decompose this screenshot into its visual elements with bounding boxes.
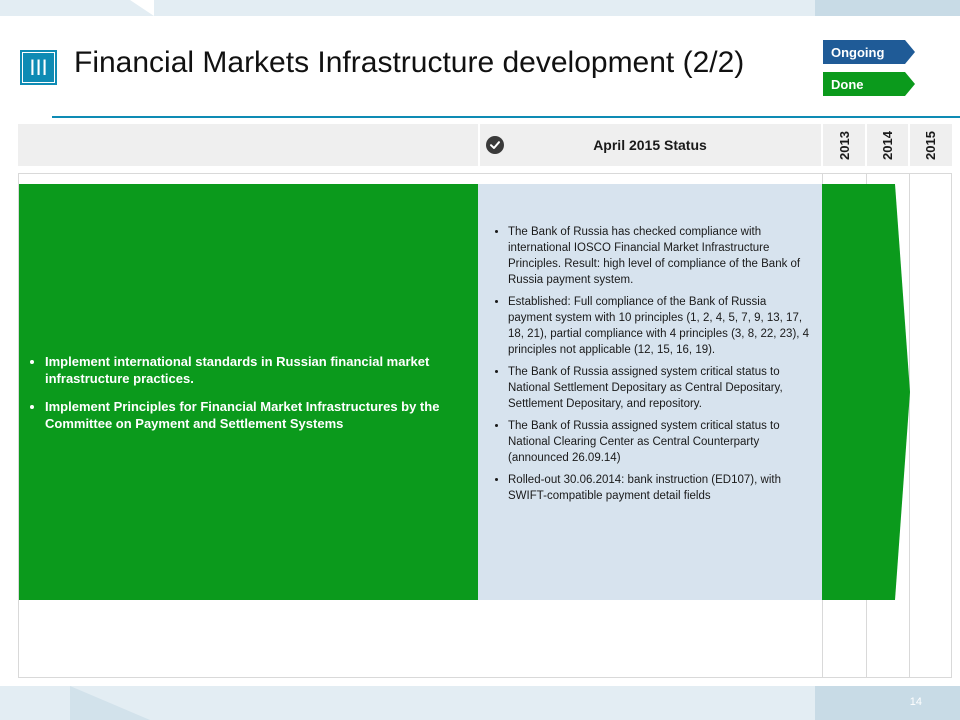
goals-list: Implement international standards in Rus… [27, 353, 470, 432]
legend-done: Done [823, 72, 915, 96]
year-header-2013: 2013 [823, 124, 865, 166]
year-label: 2013 [836, 130, 852, 160]
bottom-decor-wedge [70, 686, 150, 720]
year-label: 2015 [922, 130, 938, 160]
legend-ongoing-label: Ongoing [831, 44, 885, 60]
status-cell: The Bank of Russia has checked complianc… [478, 184, 822, 600]
bottom-decor-band: 14 [0, 686, 960, 720]
goal-item: Implement international standards in Rus… [45, 353, 470, 387]
bottom-decor-block: 14 [815, 686, 960, 720]
status-item: Rolled-out 30.06.2014: bank instruction … [508, 472, 810, 504]
legend-ongoing: Ongoing [823, 40, 915, 64]
column-divider [909, 173, 910, 678]
year-header-2014: 2014 [866, 124, 908, 166]
legend-done-label: Done [831, 76, 864, 92]
year-label: 2014 [879, 130, 895, 160]
status-item: The Bank of Russia has checked complianc… [508, 224, 810, 288]
page-number: 14 [909, 696, 922, 708]
timeline-done-arrow [822, 184, 910, 600]
year-header-2015: 2015 [909, 124, 951, 166]
page-title: Financial Markets Infrastructure develop… [74, 46, 745, 79]
status-item: The Bank of Russia assigned system criti… [508, 364, 810, 412]
title-underline [52, 116, 960, 118]
top-decor-band [0, 0, 960, 16]
status-column-header: April 2015 Status [593, 137, 707, 153]
status-item: The Bank of Russia assigned system criti… [508, 418, 810, 466]
status-item: Established: Full compliance of the Bank… [508, 294, 810, 358]
status-list: The Bank of Russia has checked complianc… [490, 224, 810, 504]
goals-cell: Implement international standards in Rus… [19, 184, 478, 600]
top-decor-block [815, 0, 960, 16]
goal-item: Implement Principles for Financial Marke… [45, 398, 470, 432]
section-badge: III [20, 50, 57, 85]
top-decor-notch [130, 0, 154, 16]
